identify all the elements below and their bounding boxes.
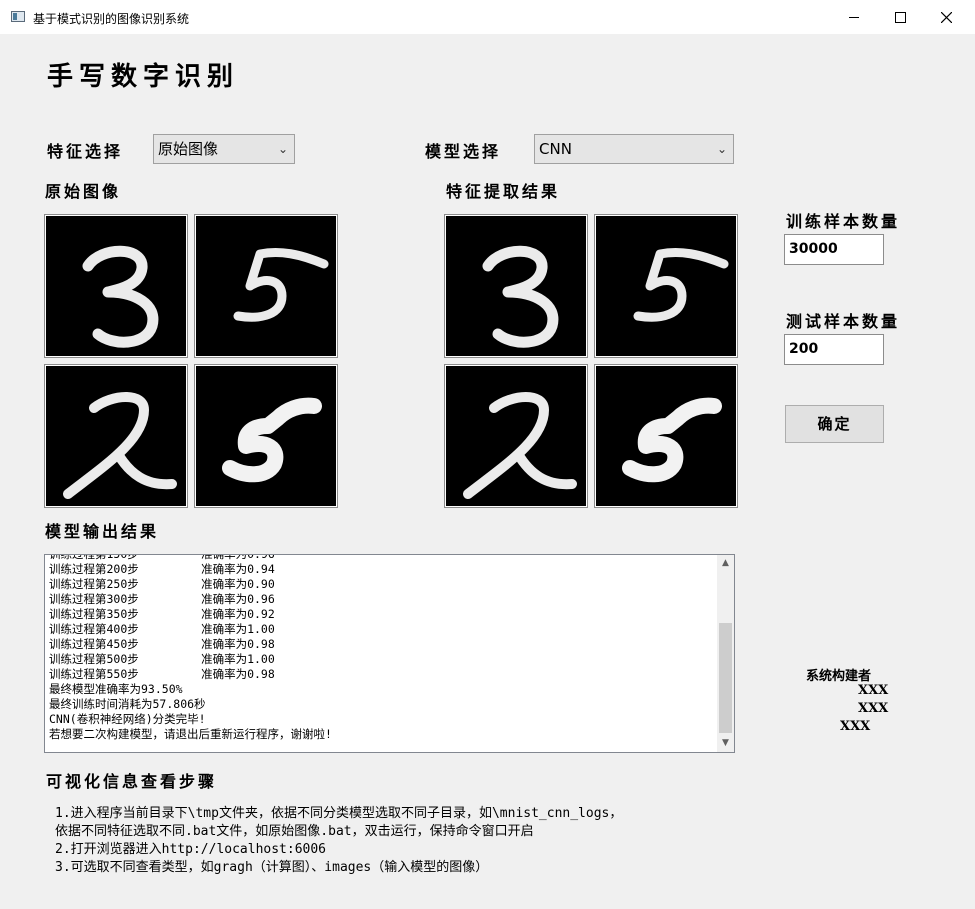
chevron-down-icon: ⌄ xyxy=(716,142,727,156)
minimize-button[interactable] xyxy=(831,0,877,34)
output-line: 训练过程第500步 准确率为1.00 xyxy=(49,652,275,666)
confirm-button[interactable]: 确定 xyxy=(785,405,884,443)
output-line: 训练过程第550步 准确率为0.98 xyxy=(49,667,275,681)
feature-select-value: 原始图像 xyxy=(158,140,219,158)
title-bar: 基于模式识别的图像识别系统 xyxy=(0,0,975,34)
feature-results-label: 特征提取结果 xyxy=(446,182,561,201)
feature-image-2 xyxy=(594,214,738,358)
original-image-2 xyxy=(194,214,338,358)
digit-3-image xyxy=(446,216,586,356)
output-line: 训练过程第450步 准确率为0.98 xyxy=(49,637,275,651)
scroll-up-icon[interactable]: ▲ xyxy=(717,555,734,572)
feature-image-3 xyxy=(444,364,588,508)
model-select[interactable]: CNN ⌄ xyxy=(534,134,734,164)
output-line: 训练过程第150步 准确率为0.96 xyxy=(49,554,275,561)
original-image-1 xyxy=(44,214,188,358)
digit-5-bold-image xyxy=(596,366,736,506)
feature-select-label: 特征选择 xyxy=(47,142,124,161)
output-line: 若想要二次构建模型，请退出后重新运行程序，谢谢啦! xyxy=(49,727,332,741)
digit-3-image xyxy=(46,216,186,356)
chevron-down-icon: ⌄ xyxy=(277,142,288,156)
output-line: 最终训练时间消耗为57.806秒 xyxy=(49,697,206,711)
maximize-icon xyxy=(894,11,906,23)
instruction-line: 依据不同特征选取不同.bat文件，如原始图像.bat，双击运行，保持命令窗口开启 xyxy=(55,824,534,839)
app-window-icon xyxy=(11,11,25,22)
original-image-4 xyxy=(194,364,338,508)
original-images-label: 原始图像 xyxy=(45,182,122,201)
original-image-3 xyxy=(44,364,188,508)
test-count-input[interactable]: 200 xyxy=(784,334,884,365)
creator-name-3: XXX xyxy=(840,719,871,734)
output-line: 训练过程第350步 准确率为0.92 xyxy=(49,607,275,621)
output-line: 训练过程第300步 准确率为0.96 xyxy=(49,592,275,606)
scroll-thumb[interactable] xyxy=(719,623,732,733)
maximize-button[interactable] xyxy=(877,0,923,34)
train-count-label: 训练样本数量 xyxy=(786,212,901,231)
instructions-label: 可视化信息查看步骤 xyxy=(46,772,218,791)
window-title: 基于模式识别的图像识别系统 xyxy=(33,12,190,26)
creator-name-2: XXX xyxy=(858,701,889,716)
output-line: 训练过程第400步 准确率为1.00 xyxy=(49,622,275,636)
model-select-label: 模型选择 xyxy=(425,142,502,161)
model-select-value: CNN xyxy=(539,140,572,158)
digit-5-image xyxy=(196,216,336,356)
instruction-line: 3.可选取不同查看类型，如gragh（计算图）、images（输入模型的图像） xyxy=(55,860,489,875)
digit-2-image xyxy=(446,366,586,506)
output-line: 最终模型准确率为93.50% xyxy=(49,682,183,696)
instruction-line: 1.进入程序当前目录下\tmp文件夹，依据不同分类模型选取不同子目录，如\mni… xyxy=(55,806,623,821)
creator-name-1: XXX xyxy=(858,683,889,698)
output-line: CNN(卷积神经网络)分类完毕! xyxy=(49,712,206,726)
digit-5-bold-image xyxy=(196,366,336,506)
train-count-input[interactable]: 30000 xyxy=(784,234,884,265)
output-label: 模型输出结果 xyxy=(45,522,160,541)
instructions-text: 1.进入程序当前目录下\tmp文件夹，依据不同分类模型选取不同子目录，如\mni… xyxy=(55,805,622,877)
output-scrollbar[interactable]: ▲ ▼ xyxy=(717,555,734,752)
output-textbox[interactable]: 训练过程第150步 准确率为0.96 训练过程第200步 准确率为0.94 训练过程… xyxy=(44,554,735,753)
feature-image-1 xyxy=(444,214,588,358)
page-title: 手写数字识别 xyxy=(47,62,240,92)
digit-2-image xyxy=(46,366,186,506)
creator-label: 系统构建者 xyxy=(806,669,872,684)
instruction-line: 2.打开浏览器进入http://localhost:6006 xyxy=(55,842,327,857)
scroll-down-icon[interactable]: ▼ xyxy=(717,735,734,752)
feature-image-4 xyxy=(594,364,738,508)
test-count-label: 测试样本数量 xyxy=(786,312,901,331)
close-icon xyxy=(940,11,952,23)
output-line: 训练过程第250步 准确率为0.90 xyxy=(49,577,275,591)
minimize-icon xyxy=(849,16,859,18)
feature-select[interactable]: 原始图像 ⌄ xyxy=(153,134,295,164)
close-button[interactable] xyxy=(923,0,969,34)
output-line: 训练过程第200步 准确率为0.94 xyxy=(49,562,275,576)
digit-5-image xyxy=(596,216,736,356)
output-log: 训练过程第150步 准确率为0.96 训练过程第200步 准确率为0.94 训练过程… xyxy=(49,554,714,742)
